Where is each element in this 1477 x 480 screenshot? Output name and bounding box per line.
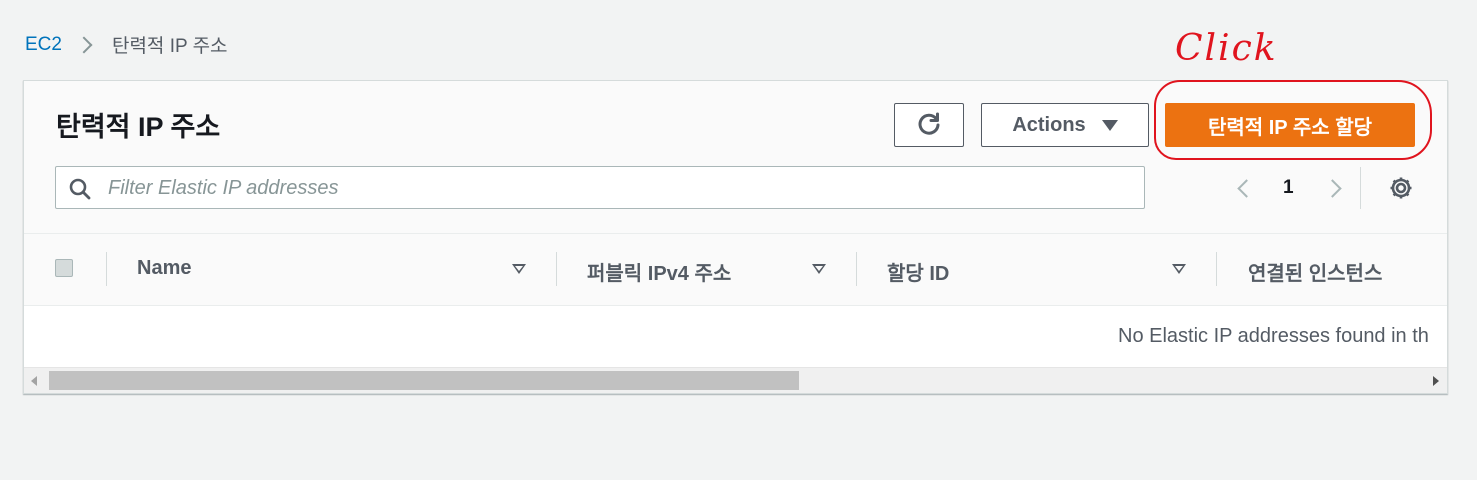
actions-dropdown-button[interactable]: Actions [981,103,1149,147]
annotation-click-text: Click [1175,28,1278,69]
refresh-button[interactable] [894,103,964,147]
divider [1360,167,1361,209]
allocate-elastic-ip-button[interactable]: 탄력적 IP 주소 할당 [1165,103,1415,147]
sort-icon[interactable] [512,264,526,274]
scroll-right-arrow-icon[interactable] [1433,376,1439,386]
caret-down-icon [1101,119,1118,131]
scroll-left-arrow-icon[interactable] [31,376,37,386]
gear-icon[interactable] [1388,175,1414,201]
sort-icon[interactable] [1172,264,1186,274]
filter-search-box [55,166,1145,210]
breadcrumb: EC2 탄력적 IP 주소 [25,31,228,58]
horizontal-scrollbar[interactable] [24,367,1447,393]
empty-table-message: No Elastic IP addresses found in th [1118,325,1429,347]
page-number[interactable]: 1 [1283,177,1294,199]
page-title: 탄력적 IP 주소 [56,112,221,142]
scrollbar-thumb[interactable] [49,371,799,390]
column-divider [1216,252,1217,286]
column-header-associated-instance[interactable]: 연결된 인스턴스 [1248,257,1382,286]
column-header-allocation-id[interactable]: 할당 ID [887,257,949,286]
previous-page-icon[interactable] [1237,178,1256,198]
breadcrumb-ec2-link[interactable]: EC2 [25,34,62,56]
breadcrumb-current: 탄력적 IP 주소 [111,36,228,57]
column-divider [106,252,107,286]
chevron-right-icon [75,36,93,53]
select-all-checkbox[interactable] [55,259,73,277]
sort-icon[interactable] [812,264,826,274]
elastic-ip-panel: 탄력적 IP 주소 Actions 탄력적 IP 주소 할당 1 N [23,80,1448,394]
search-icon [69,178,91,200]
table-header: Name 퍼블릭 IPv4 주소 할당 ID 연결된 인스턴스 [24,234,1447,306]
column-divider [856,252,857,286]
column-header-public-ipv4[interactable]: 퍼블릭 IPv4 주소 [587,257,731,286]
actions-label: Actions [1012,113,1086,136]
filter-input[interactable] [106,167,1130,210]
pagination: 1 [1232,173,1347,203]
next-page-icon[interactable] [1322,178,1342,198]
column-divider [556,252,557,286]
refresh-icon [918,112,940,135]
column-header-name[interactable]: Name [137,257,191,280]
